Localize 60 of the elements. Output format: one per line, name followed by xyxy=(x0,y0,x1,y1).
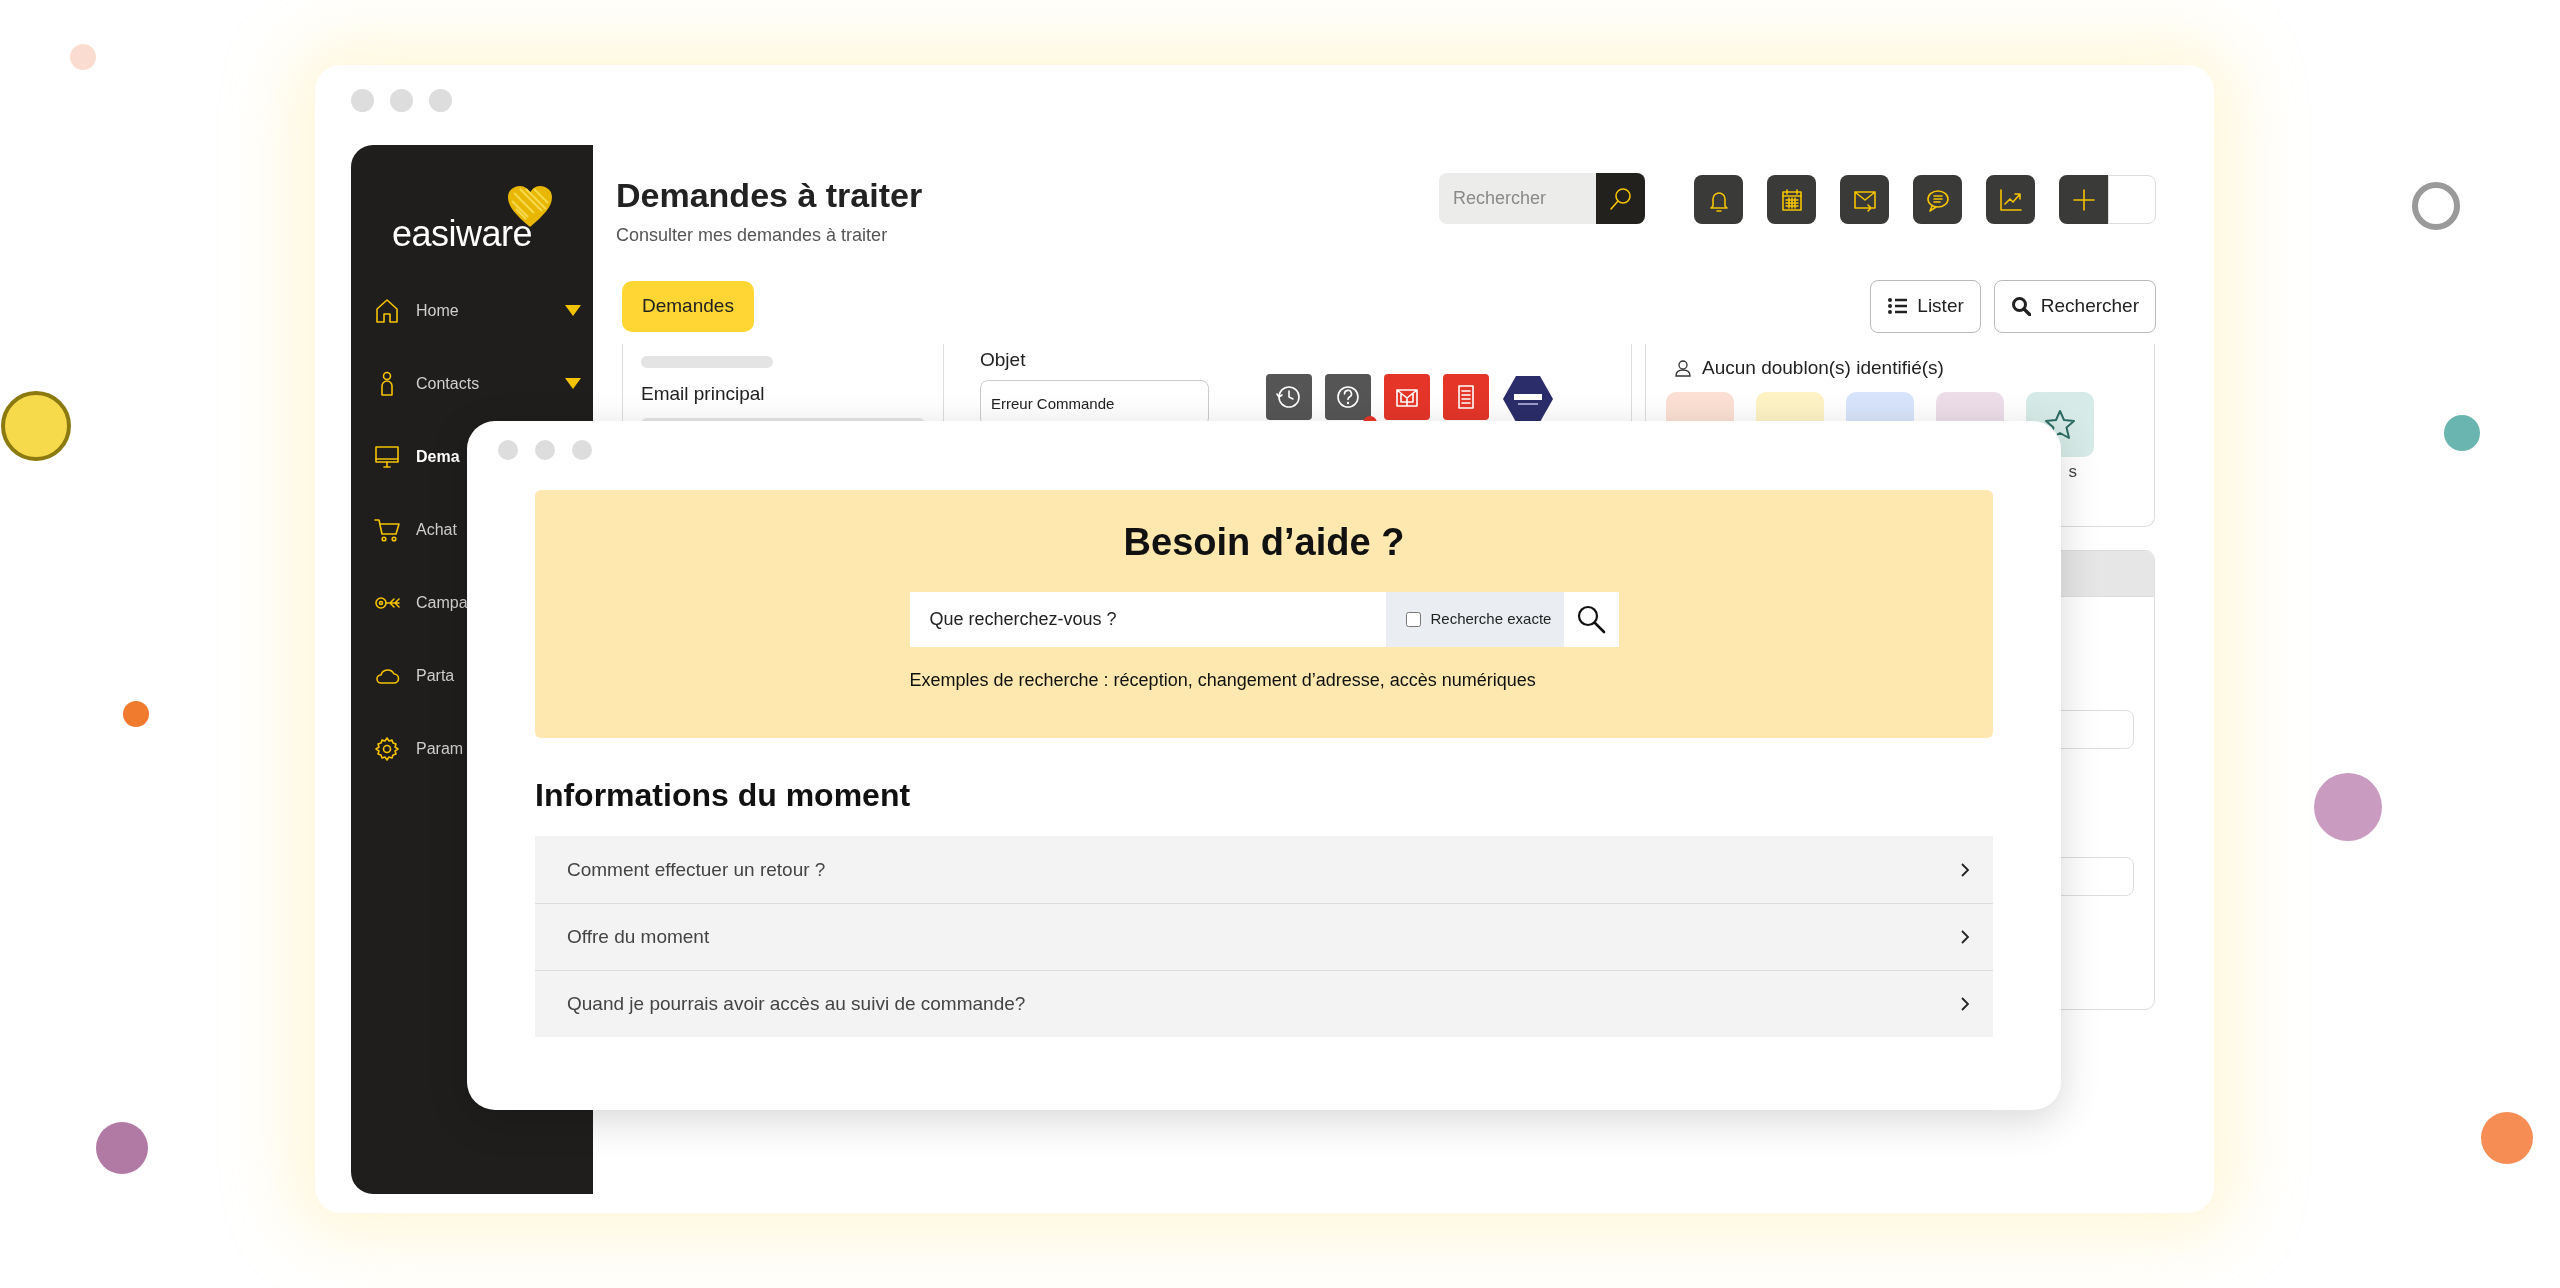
search-examples: Exemples de recherche : réception, changement d’adresse, accès numériques xyxy=(909,668,1537,692)
toolbar-button[interactable] xyxy=(1840,175,1889,224)
window-dot xyxy=(498,440,518,460)
window-dot xyxy=(390,89,413,112)
window-dot xyxy=(535,440,555,460)
help-search-field[interactable]: Que recherchez-vous ? xyxy=(909,591,1386,647)
decorative-circle xyxy=(2444,415,2480,451)
toolbar-button[interactable] xyxy=(1767,175,1816,224)
person-icon xyxy=(1674,359,1692,378)
window-dot xyxy=(572,440,592,460)
decorative-circle xyxy=(123,701,149,727)
search-field[interactable]: Rechercher xyxy=(1439,173,1596,224)
decorative-ring xyxy=(2412,182,2460,230)
list-icon xyxy=(1887,296,1908,317)
sidebar-item[interactable]: Contacts xyxy=(373,347,593,420)
app-tile[interactable] xyxy=(1443,374,1489,421)
decorative-circle xyxy=(2481,1112,2533,1164)
decorative-circle xyxy=(70,44,96,70)
info-item[interactable]: Comment effectuer un retour ? xyxy=(535,836,1993,904)
info-item[interactable]: Quand je pourrais avoir accès au suivi de commande? xyxy=(535,970,1993,1038)
view-button[interactable]: Lister xyxy=(1870,279,1981,333)
search-icon xyxy=(2010,296,2031,317)
sidebar-item[interactable]: Achat xyxy=(373,493,593,566)
view-button[interactable]: Rechercher xyxy=(1993,279,2156,333)
field-label: Email principal xyxy=(641,381,766,406)
search-button[interactable] xyxy=(1563,591,1619,647)
app-tile[interactable] xyxy=(1325,374,1371,421)
tile-caption: s xyxy=(2068,463,2077,481)
home-icon xyxy=(373,296,401,325)
decorative-circle xyxy=(96,1122,148,1174)
sidebar-item[interactable]: Dema xyxy=(373,420,593,493)
sidebar-item[interactable]: Parta xyxy=(373,639,593,712)
page-subtitle: Consulter mes demandes à traiter xyxy=(616,223,889,247)
toolbar-button[interactable] xyxy=(1986,175,2035,224)
app-tile[interactable] xyxy=(1384,374,1430,421)
sidebar-item[interactable]: Campa xyxy=(373,566,593,639)
window-dot xyxy=(429,89,452,112)
toolbar-button[interactable] xyxy=(1694,175,1743,224)
checkbox-label: Recherche exacte xyxy=(1430,608,1552,629)
toolbar-button[interactable] xyxy=(2059,175,2108,224)
field-label: Objet xyxy=(980,347,1027,372)
chart-icon xyxy=(1997,186,2024,213)
search-icon xyxy=(1575,603,1607,636)
page-title: Demandes à traiter xyxy=(616,175,923,216)
plus-icon xyxy=(2070,186,2097,213)
exact-search-checkbox[interactable] xyxy=(1405,611,1421,627)
help-title: Besoin d’aide ? xyxy=(1122,520,1406,565)
section-title: Informations du moment xyxy=(535,776,912,815)
toolbar-slot xyxy=(2108,175,2156,224)
toolbar-button[interactable] xyxy=(1913,175,1962,224)
search-icon xyxy=(1607,185,1634,212)
window-dot xyxy=(351,89,374,112)
gear-icon xyxy=(373,734,401,763)
duplicates-text: Aucun doublon(s) identifié(s) xyxy=(1702,355,1944,380)
sidebar-item[interactable]: Home xyxy=(373,274,593,347)
search-button[interactable] xyxy=(1596,173,1645,224)
tab[interactable]: Demandes xyxy=(622,280,754,332)
logo-text: easiware xyxy=(392,212,533,256)
app-tile[interactable] xyxy=(1266,374,1312,421)
info-item[interactable]: Offre du moment xyxy=(535,903,1993,971)
